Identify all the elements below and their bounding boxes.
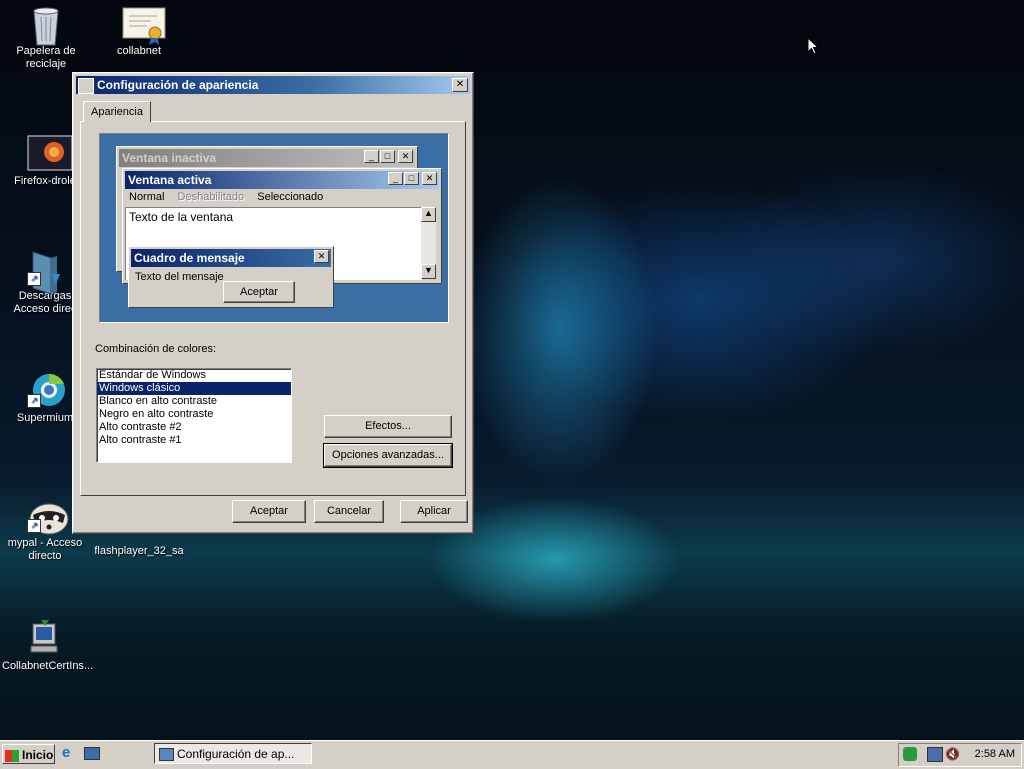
recycle-bin-icon: [28, 5, 64, 46]
list-item[interactable]: Estándar de Windows: [97, 369, 291, 382]
desktop-icon-label: mypal - Acceso directo: [7, 537, 83, 562]
scroll-down-icon: ▼: [421, 264, 436, 279]
maximize-icon: □: [380, 150, 395, 163]
shortcut-arrow-icon: ↗: [27, 272, 41, 286]
desktop-icon-recycle-bin[interactable]: Papelera de reciclaje: [3, 5, 89, 71]
desktop-icon-collabnet[interactable]: collabnet: [96, 5, 182, 58]
show-desktop-icon[interactable]: [84, 747, 100, 760]
close-icon: ✕: [314, 250, 329, 263]
preview-message-box: Cuadro de mensaje ✕ Texto del mensaje Ac…: [128, 246, 334, 308]
color-scheme-list[interactable]: Estándar de Windows Windows clásico Blan…: [96, 368, 292, 463]
list-item[interactable]: Alto contraste #1: [97, 434, 291, 447]
window-title: Configuración de apariencia: [97, 78, 259, 92]
list-item-selected[interactable]: Windows clásico: [97, 382, 291, 395]
shortcut-arrow-icon: ↗: [27, 519, 41, 533]
menu-selected: Seleccionado: [257, 191, 324, 203]
menu-disabled: Deshabilitado: [177, 191, 245, 203]
list-item[interactable]: Blanco en alto contraste: [97, 395, 291, 408]
downloads-folder-icon: ↗: [27, 250, 63, 295]
security-shield-icon[interactable]: [903, 747, 917, 761]
shortcut-arrow-icon: ↗: [27, 394, 41, 408]
desktop-icon-collabnetcert[interactable]: CollabnetCertIns...: [2, 620, 94, 673]
mouse-cursor-icon: [807, 36, 820, 59]
display-settings-icon: [159, 748, 174, 761]
firefox-icon: [27, 135, 73, 171]
close-button[interactable]: ✕: [452, 78, 468, 92]
minimize-icon: _: [364, 150, 379, 163]
installer-computer-icon: [27, 620, 63, 656]
desktop-icon-label: collabnet: [116, 45, 162, 57]
close-icon: ✕: [422, 172, 437, 185]
effects-button[interactable]: Efectos...: [324, 415, 452, 438]
display-settings-icon: [78, 78, 94, 94]
close-icon: ✕: [398, 150, 413, 163]
desktop-icon-label: flashplayer_32_sa: [94, 545, 184, 557]
clock: 2:58 AM: [974, 748, 1015, 760]
apply-button[interactable]: Aplicar: [400, 500, 468, 523]
minimize-icon: _: [388, 172, 403, 185]
certificate-icon: [121, 5, 166, 45]
appearance-preview: Ventana inactiva _ □ ✕ Ventana activa _ …: [99, 133, 449, 323]
ok-button[interactable]: Aceptar: [232, 500, 306, 523]
internet-explorer-icon[interactable]: e: [62, 745, 78, 761]
volume-muted-icon[interactable]: 🔇: [945, 747, 960, 761]
preview-menubar: Normal Deshabilitado Seleccionado: [129, 191, 323, 203]
desktop-icon-label: Papelera de reciclaje: [16, 45, 76, 70]
scroll-up-icon: ▲: [421, 207, 436, 222]
list-item[interactable]: Alto contraste #2: [97, 421, 291, 434]
windows-logo-icon: [5, 749, 19, 762]
maximize-icon: □: [404, 172, 419, 185]
raccoon-icon: ↗: [27, 497, 69, 535]
system-tray: 🔇 2:58 AM: [898, 743, 1022, 767]
window-titlebar[interactable]: Configuración de apariencia ✕: [76, 76, 470, 94]
menu-normal: Normal: [129, 191, 165, 203]
tab-apariencia[interactable]: Apariencia: [83, 101, 151, 122]
taskbar-item-appearance[interactable]: Configuración de ap...: [154, 743, 312, 764]
advanced-options-button[interactable]: Opciones avanzadas...: [323, 443, 453, 468]
appearance-settings-window: Configuración de apariencia ✕ Apariencia…: [72, 72, 474, 534]
start-button[interactable]: Inicio: [2, 744, 55, 764]
preview-msgbox-text: Texto del mensaje: [135, 271, 224, 283]
desktop-icon-flashplayer[interactable]: flashplayer_32_sa: [93, 530, 185, 558]
supermium-browser-icon: ↗: [27, 372, 65, 408]
preview-window-text: Texto de la ventana: [129, 210, 234, 224]
list-item[interactable]: Negro en alto contraste: [97, 408, 291, 421]
color-scheme-label: Combinación de colores:: [95, 343, 217, 355]
network-icon[interactable]: [927, 747, 943, 762]
preview-msgbox-ok-button: Aceptar: [223, 281, 295, 303]
desktop-icon-label: CollabnetCertIns...: [2, 660, 94, 672]
preview-scrollbar: ▲ ▼: [421, 207, 436, 279]
taskbar: Inicio e Configuración de ap... 🔇 2:58 A…: [0, 740, 1024, 769]
cancel-button[interactable]: Cancelar: [314, 500, 384, 523]
preview-msgbox-title: Cuadro de mensaje: [131, 249, 331, 267]
quick-launch: e: [62, 745, 142, 765]
